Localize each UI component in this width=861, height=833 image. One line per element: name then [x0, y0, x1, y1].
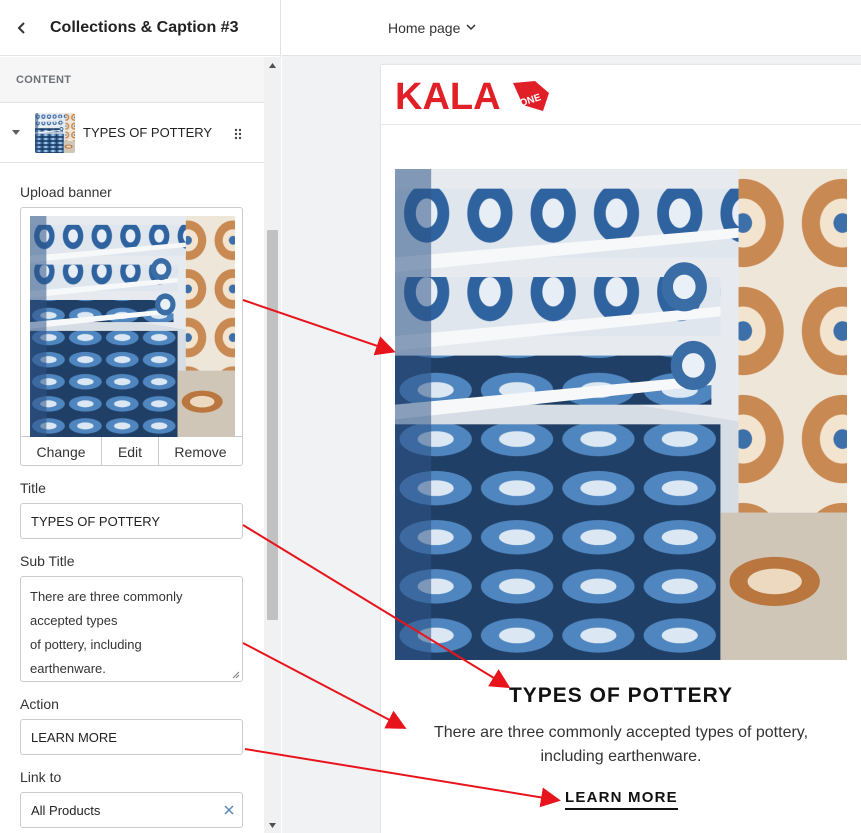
subtitle-line: There are three commonly [30, 589, 183, 604]
section-label: CONTENT [0, 57, 264, 103]
title-label: Title [20, 480, 46, 496]
link-label: Link to [20, 769, 62, 785]
caret-down-icon[interactable] [10, 127, 22, 139]
link-value: All Products [31, 802, 101, 818]
banner-image[interactable] [395, 169, 847, 660]
action-label: Action [20, 696, 59, 712]
change-button[interactable]: Change [21, 437, 102, 465]
storefront-preview: KALA ONE TYPES OF POTTERY There are thre… [381, 65, 861, 833]
clear-x-icon[interactable] [216, 793, 242, 827]
back-chevron-icon [17, 21, 25, 34]
preview-title: TYPES OF POTTERY [508, 684, 734, 707]
scroll-up-arrow-icon[interactable] [264, 57, 281, 73]
block-item[interactable]: TYPES OF POTTERY [0, 103, 264, 163]
block-name: TYPES OF POTTERY [83, 125, 213, 140]
scrollbar-thumb[interactable] [267, 230, 278, 620]
back-button[interactable] [2, 0, 42, 56]
upload-banner-label: Upload banner [20, 184, 112, 200]
sidebar-title: Collections & Caption #3 [50, 18, 239, 36]
subtitle-label: Sub Title [20, 553, 75, 569]
subtitle-line: of pottery, including [30, 637, 142, 652]
scroll-down-arrow-icon[interactable] [264, 817, 281, 833]
preview-area: Home page KALA ONE TYPES OF POTTERY Ther… [282, 0, 861, 833]
svg-text:KALA: KALA [395, 76, 501, 117]
page-selector[interactable]: Home page [388, 20, 460, 36]
learn-more-button[interactable]: LEARN MORE [565, 789, 678, 810]
sidebar-header: Collections & Caption #3 [0, 0, 281, 56]
edit-button[interactable]: Edit [102, 437, 159, 465]
store-header: KALA ONE [381, 65, 861, 125]
block-thumbnail [35, 112, 75, 153]
resize-handle-icon[interactable] [232, 671, 240, 679]
remove-button[interactable]: Remove [159, 437, 242, 465]
kala-logo[interactable]: KALA ONE [395, 73, 555, 117]
link-input[interactable]: All Products [20, 792, 243, 828]
editor-sidebar: Collections & Caption #3 CONTENT TYPES O… [0, 0, 281, 833]
preview-subtitle: There are three commonly accepted types … [433, 724, 809, 765]
upload-banner-box: Change Edit Remove [20, 207, 243, 466]
banner-preview-image [30, 216, 235, 437]
upload-actions: Change Edit Remove [21, 436, 242, 465]
chevron-down-icon[interactable] [466, 24, 476, 31]
subtitle-line: accepted types [30, 613, 118, 628]
title-input[interactable]: TYPES OF POTTERY [20, 503, 243, 539]
subtitle-line: earthenware. [30, 661, 106, 676]
sidebar-scrollbar[interactable] [264, 57, 281, 833]
action-input[interactable]: LEARN MORE [20, 719, 243, 755]
drag-handle-icon[interactable] [234, 127, 242, 145]
subtitle-textarea[interactable]: There are three commonly accepted types … [20, 576, 243, 682]
settings-panel: CONTENT TYPES OF POTTERY Upload banner C… [0, 57, 264, 833]
preview-topbar: Home page [282, 0, 861, 56]
